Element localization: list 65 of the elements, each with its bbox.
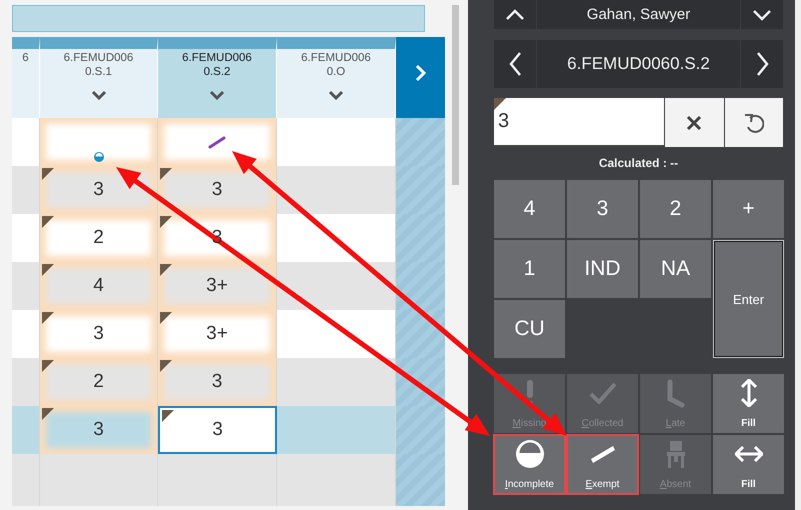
table-row[interactable]: 3 3 <box>12 406 445 454</box>
keypad-key[interactable]: 1 <box>494 240 565 298</box>
column-header[interactable]: 6 <box>12 37 40 118</box>
scrollbar[interactable] <box>452 5 459 185</box>
hatched-column-cell <box>396 118 445 166</box>
clock-hands-icon <box>666 378 684 408</box>
column-title: 6 <box>22 51 29 65</box>
chevron-down-icon <box>752 8 772 20</box>
score-input-field[interactable]: 3 <box>494 98 664 147</box>
column-title: 6.FEMUD006 0.S.1 <box>64 51 134 79</box>
chevron-left-icon <box>508 51 522 77</box>
check-icon <box>590 382 616 404</box>
chevron-right-icon <box>754 51 770 77</box>
keypad-key[interactable]: CU <box>494 300 565 358</box>
status-button[interactable]: Fill <box>713 374 784 433</box>
enter-button[interactable]: Enter <box>713 240 784 358</box>
half-circle-icon <box>92 151 104 163</box>
hatched-column-cell <box>396 166 445 214</box>
keypad-key[interactable]: IND <box>567 240 638 298</box>
table-row[interactable]: 4 3+ <box>12 262 445 310</box>
status-button[interactable]: Exempt <box>567 435 638 494</box>
hatched-column-cell <box>396 454 445 506</box>
close-icon <box>686 114 702 130</box>
clear-button[interactable] <box>665 98 724 147</box>
previous-column-button[interactable] <box>494 40 536 88</box>
keypad-key[interactable]: + <box>713 180 784 238</box>
column-name: 6.FEMUD0060.S.2 <box>537 40 740 88</box>
chevron-down-icon[interactable] <box>90 90 106 100</box>
next-column-button[interactable] <box>741 40 783 88</box>
slash-icon <box>590 446 614 462</box>
hatched-column-cell <box>396 214 445 262</box>
hatched-column-cell <box>396 262 445 310</box>
column-title: 6.FEMUD006 0.S.2 <box>182 51 252 79</box>
keypad-key[interactable]: 4 <box>494 180 565 238</box>
student-name: Gahan, Sawyer <box>537 0 740 29</box>
chair-icon <box>666 440 684 468</box>
up-down-arrow-icon <box>740 379 756 407</box>
chevron-up-icon <box>505 8 525 20</box>
hatched-column-cell <box>396 406 445 454</box>
keypad-key[interactable]: NA <box>640 240 711 298</box>
hatched-column-cell <box>396 310 445 358</box>
column-title: 6.FEMUD006 0.O <box>301 51 371 79</box>
column-header[interactable]: 6.FEMUD006 0.S.2 <box>158 37 277 118</box>
previous-student-button[interactable] <box>494 0 536 29</box>
chevron-down-icon[interactable] <box>328 90 344 100</box>
table-row[interactable]: 3 3+ <box>12 310 445 358</box>
table-cell[interactable]: 3 <box>158 406 277 454</box>
left-right-arrow-icon <box>734 446 762 462</box>
table-row[interactable]: 3 3 <box>12 166 445 214</box>
next-student-button[interactable] <box>741 0 783 29</box>
chevron-right-icon <box>414 64 427 82</box>
table-row[interactable]: 2 3 <box>12 358 445 406</box>
undo-icon <box>744 112 764 132</box>
undo-button[interactable] <box>724 98 783 147</box>
status-button[interactable]: Fill <box>713 435 784 494</box>
chevron-down-icon[interactable] <box>209 90 225 100</box>
column-header[interactable]: 6.FEMUD006 0.O <box>277 37 396 118</box>
exclamation-icon <box>526 380 532 406</box>
calculated-label: Calculated : -- <box>598 156 680 170</box>
column-header[interactable]: 6.FEMUD006 0.S.1 <box>40 37 158 118</box>
slash-icon <box>208 134 226 150</box>
status-button[interactable]: Incomplete <box>494 435 565 494</box>
keypad-key[interactable]: 2 <box>640 180 711 238</box>
half-circle-icon <box>516 440 544 468</box>
keypad-key[interactable]: 3 <box>567 180 638 238</box>
